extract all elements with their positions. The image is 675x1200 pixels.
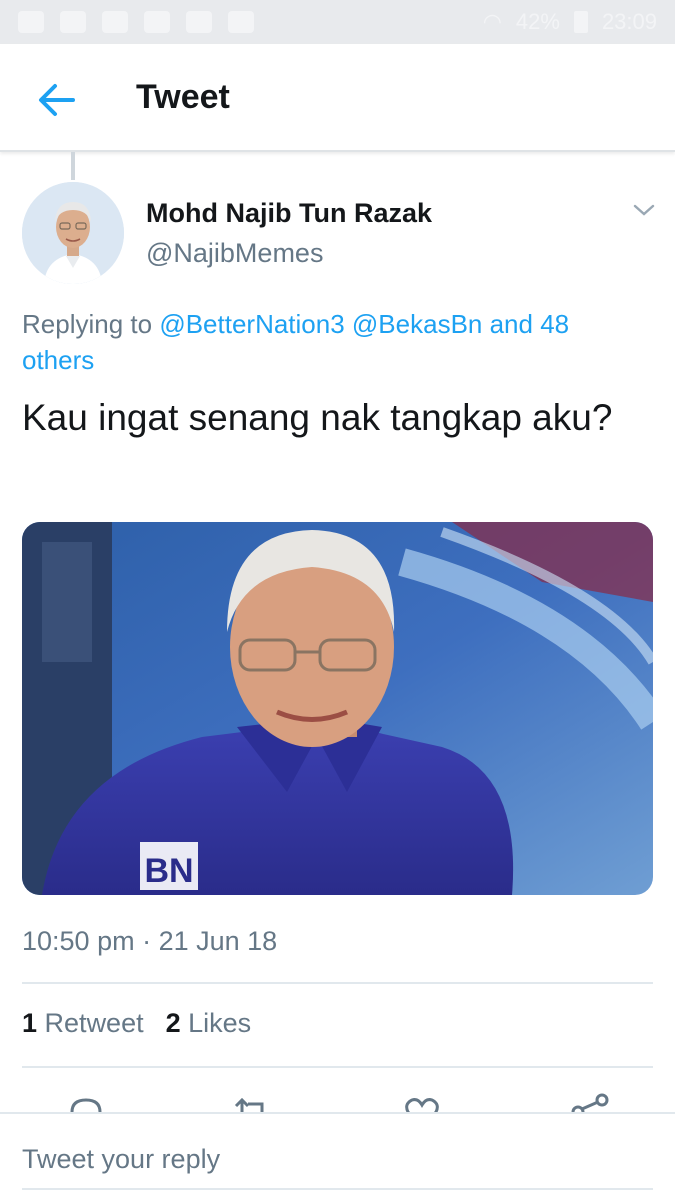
reply-input[interactable]: Tweet your reply <box>22 1144 220 1175</box>
thread-connector-line <box>71 152 75 180</box>
like-label: Likes <box>188 1008 252 1038</box>
replying-to: Replying to @BetterNation3 @BekasBn and … <box>22 306 642 378</box>
dot-notification-icon <box>144 11 170 33</box>
like-count: 2 <box>165 1008 181 1038</box>
divider-top <box>22 982 653 984</box>
retweet-stat[interactable]: 1 Retweet <box>22 1008 144 1039</box>
reply-icon[interactable] <box>66 1092 106 1114</box>
system-status: ◠ 42% 23:09 <box>483 9 657 35</box>
app-header: Tweet <box>0 44 675 152</box>
tweet-timestamp: 10:50 pm · 21 Jun 18 <box>22 926 278 956</box>
display-name[interactable]: Mohd Najib Tun Razak <box>146 198 432 229</box>
image-notification-icon <box>102 11 128 33</box>
avatar-portrait <box>22 182 124 284</box>
avatar[interactable] <box>22 182 124 284</box>
username[interactable]: @NajibMemes <box>146 238 323 269</box>
retweet-icon[interactable] <box>232 1092 272 1114</box>
status-bar: ◠ 42% 23:09 <box>0 0 675 44</box>
back-button[interactable] <box>34 80 78 120</box>
replying-to-prefix: Replying to <box>22 309 160 339</box>
page-title: Tweet <box>136 78 230 116</box>
like-stat[interactable]: 2 Likes <box>166 1008 252 1039</box>
reply-input-underline <box>22 1188 653 1190</box>
tweet-text: Kau ingat senang nak tangkap aku? <box>22 397 613 438</box>
bn-logo-badge: BN <box>144 852 193 890</box>
action-bar <box>0 1088 675 1114</box>
battery-percent: 42% <box>515 9 560 34</box>
twitter-notification-icon-2 <box>228 11 254 33</box>
share-icon[interactable] <box>570 1092 610 1114</box>
photo-portrait: BN <box>22 522 653 895</box>
chevron-down-icon[interactable] <box>632 200 656 220</box>
wifi-icon: ◠ <box>482 9 502 34</box>
like-heart-icon[interactable] <box>402 1092 442 1114</box>
retweet-label: Retweet <box>44 1008 144 1038</box>
whatsapp-notification-icon <box>60 11 86 33</box>
retweet-count: 1 <box>22 1008 38 1038</box>
arrow-left-icon <box>39 84 75 116</box>
download-notification-icon <box>186 11 212 33</box>
reply-composer-bar: Tweet your reply <box>0 1112 675 1200</box>
battery-icon <box>573 11 588 33</box>
tweet-stats: 1 Retweet 2 Likes <box>22 1008 251 1039</box>
clock: 23:09 <box>601 9 657 34</box>
notification-icons <box>18 11 254 33</box>
twitter-notification-icon <box>18 11 44 33</box>
tweet-media-image[interactable]: BN <box>22 522 653 895</box>
divider-bottom <box>22 1066 653 1068</box>
